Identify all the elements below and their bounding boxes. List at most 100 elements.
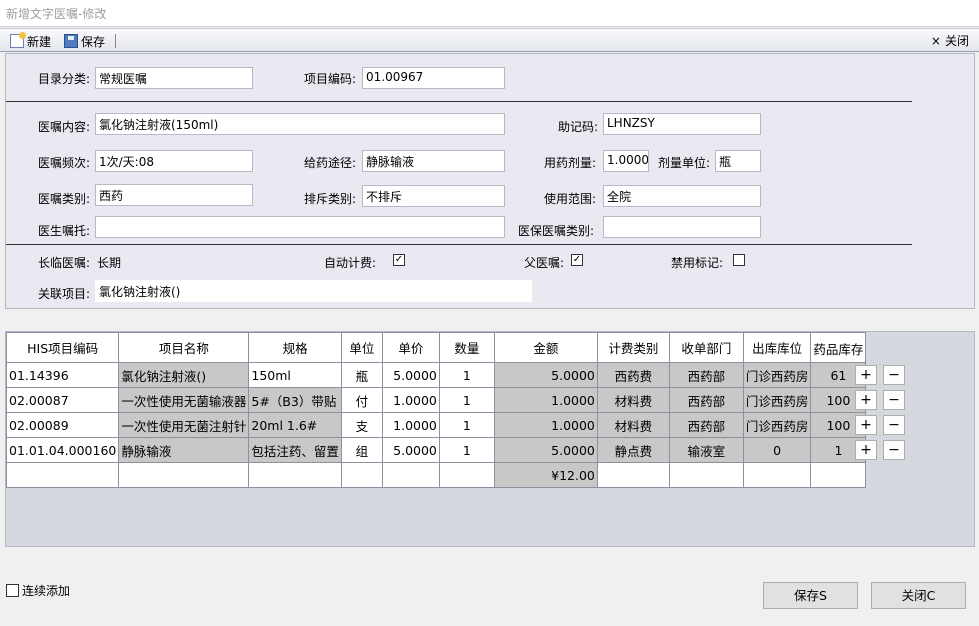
table-cell[interactable]: 20ml 1.6# xyxy=(248,412,342,438)
disabled-checkbox[interactable] xyxy=(733,254,745,266)
column-header[interactable]: 单价 xyxy=(381,332,440,363)
column-header[interactable]: 规格 xyxy=(248,332,342,363)
remove-row-button[interactable]: − xyxy=(883,415,905,435)
table-cell[interactable]: 一次性使用无菌注射针 xyxy=(118,412,250,438)
close-toolbar-button[interactable]: × 关闭 xyxy=(931,32,969,49)
parent-checkbox[interactable]: ✓ xyxy=(571,254,583,266)
table-row[interactable]: 02.00089 一次性使用无菌注射针 20ml 1.6# 支 1.0000 1… xyxy=(5,412,867,438)
column-header[interactable]: 出库库位 xyxy=(742,332,812,363)
table-cell[interactable]: 1.0000 xyxy=(493,387,598,413)
continuous-add-label: 连续添加 xyxy=(22,584,71,598)
continuous-add-option[interactable]: 连续添加 xyxy=(6,582,70,599)
table-cell[interactable]: 02.00087 xyxy=(5,387,120,413)
frequency-label: 医嘱频次: xyxy=(38,156,91,170)
table-cell[interactable]: 5.0000 xyxy=(493,437,598,463)
table-cell[interactable]: 01.14396 xyxy=(5,362,120,388)
content-field[interactable]: 氯化钠注射液(150ml) xyxy=(95,113,505,135)
table-cell[interactable]: 5.0000 xyxy=(381,362,440,388)
close-button[interactable]: 关闭C xyxy=(871,582,966,609)
category-field[interactable]: 西药 xyxy=(95,184,253,206)
table-cell[interactable]: 西药部 xyxy=(668,387,744,413)
table-cell[interactable]: 1 xyxy=(438,412,495,438)
table-cell[interactable]: 材料费 xyxy=(596,387,670,413)
table-row[interactable]: 02.00087 一次性使用无菌输液器 5#（B3）带贴 付 1.0000 1 … xyxy=(5,387,867,413)
table-cell[interactable]: 西药费 xyxy=(596,362,670,388)
new-button[interactable]: 新建 xyxy=(10,32,51,50)
table-cell[interactable]: 1 xyxy=(438,387,495,413)
mnemonic-field[interactable]: LHNZSY xyxy=(603,113,761,135)
scope-label: 使用范围: xyxy=(544,192,597,206)
table-cell[interactable]: 0 xyxy=(742,437,812,463)
related-label: 关联项目: xyxy=(38,287,91,301)
content-label: 医嘱内容: xyxy=(38,120,91,134)
table-cell[interactable]: 门诊西药房 xyxy=(742,387,812,413)
table-cell[interactable]: 瓶 xyxy=(340,362,383,388)
column-header[interactable]: 收单部门 xyxy=(668,332,744,363)
column-header[interactable]: 数量 xyxy=(438,332,495,363)
insurance-field[interactable] xyxy=(603,216,761,238)
table-cell[interactable]: 西药部 xyxy=(668,412,744,438)
table-cell[interactable]: 1 xyxy=(438,362,495,388)
dose-field[interactable]: 1.0000 xyxy=(603,150,649,172)
entrust-label: 医生嘱托: xyxy=(38,224,91,238)
table-cell[interactable]: 包括注药、留置 xyxy=(248,437,342,463)
continuous-add-checkbox[interactable] xyxy=(6,584,19,597)
table-cell[interactable]: 输液室 xyxy=(668,437,744,463)
catalog-field[interactable]: 常规医嘱 xyxy=(95,67,253,89)
exclusion-field[interactable]: 不排斥 xyxy=(362,185,505,207)
add-row-button[interactable]: + xyxy=(855,390,877,410)
add-row-button[interactable]: + xyxy=(855,415,877,435)
item-code-label: 项目编码: xyxy=(304,72,357,86)
table-cell[interactable]: 01.01.04.000160 xyxy=(5,437,120,463)
remove-row-button[interactable]: − xyxy=(883,365,905,385)
save-toolbar-button[interactable]: 保存 xyxy=(64,32,105,50)
table-cell[interactable]: 门诊西药房 xyxy=(742,362,812,388)
parent-label: 父医嘱: xyxy=(524,256,565,270)
add-row-button[interactable]: + xyxy=(855,365,877,385)
table-cell[interactable]: 1.0000 xyxy=(381,387,440,413)
form-panel: 目录分类: 常规医嘱 项目编码: 01.00967 医嘱内容: 氯化钠注射液(1… xyxy=(5,53,975,309)
table-cell[interactable]: 1.0000 xyxy=(493,412,598,438)
table-cell[interactable]: 1 xyxy=(438,437,495,463)
route-field[interactable]: 静脉输液 xyxy=(362,150,505,172)
item-code-field[interactable]: 01.00967 xyxy=(362,67,505,89)
column-header[interactable]: 项目名称 xyxy=(118,332,250,363)
save-button[interactable]: 保存S xyxy=(763,582,858,609)
column-header[interactable]: 药品库存 xyxy=(810,332,867,363)
table-cell xyxy=(118,462,250,488)
scope-field[interactable]: 全院 xyxy=(603,185,761,207)
table-cell[interactable]: 1.0000 xyxy=(381,412,440,438)
table-row[interactable]: 01.01.04.000160 静脉输液 包括注药、留置 组 5.0000 1 … xyxy=(5,437,867,463)
table-row[interactable]: 01.14396 氯化钠注射液() 150ml 瓶 5.0000 1 5.000… xyxy=(5,362,867,388)
add-row-button[interactable]: + xyxy=(855,440,877,460)
table-cell[interactable]: 02.00089 xyxy=(5,412,120,438)
related-field[interactable]: 氯化钠注射液() xyxy=(95,280,532,302)
column-header[interactable]: 金额 xyxy=(493,332,598,363)
remove-row-button[interactable]: − xyxy=(883,390,905,410)
table-cell[interactable]: 付 xyxy=(340,387,383,413)
column-header[interactable]: HIS项目编码 xyxy=(5,332,120,363)
table-cell[interactable]: 150ml xyxy=(248,362,342,388)
dose-unit-field[interactable]: 瓶 xyxy=(715,150,761,172)
table-cell[interactable]: 西药部 xyxy=(668,362,744,388)
table-cell[interactable]: 5#（B3）带贴 xyxy=(248,387,342,413)
table-cell[interactable]: 5.0000 xyxy=(381,437,440,463)
table-cell[interactable]: 5.0000 xyxy=(493,362,598,388)
table-cell[interactable]: 氯化钠注射液() xyxy=(118,362,250,388)
table-cell[interactable]: 静点费 xyxy=(596,437,670,463)
table-cell[interactable]: 材料费 xyxy=(596,412,670,438)
table-header-row: HIS项目编码 项目名称 规格 单位 单价 数量 金额 计费类别 收单部门 出库… xyxy=(5,332,867,363)
table-cell[interactable]: 静脉输液 xyxy=(118,437,250,463)
table-cell[interactable]: 组 xyxy=(340,437,383,463)
column-header[interactable]: 计费类别 xyxy=(596,332,670,363)
auto-billing-checkbox[interactable]: ✓ xyxy=(393,254,405,266)
remove-row-button[interactable]: − xyxy=(883,440,905,460)
close-button-label: 关闭 xyxy=(944,34,969,48)
table-cell xyxy=(340,462,383,488)
column-header[interactable]: 单位 xyxy=(340,332,383,363)
entrust-field[interactable] xyxy=(95,216,505,238)
frequency-field[interactable]: 1次/天:08 xyxy=(95,150,253,172)
table-cell[interactable]: 一次性使用无菌输液器 xyxy=(118,387,250,413)
table-cell[interactable]: 门诊西药房 xyxy=(742,412,812,438)
table-cell[interactable]: 支 xyxy=(340,412,383,438)
